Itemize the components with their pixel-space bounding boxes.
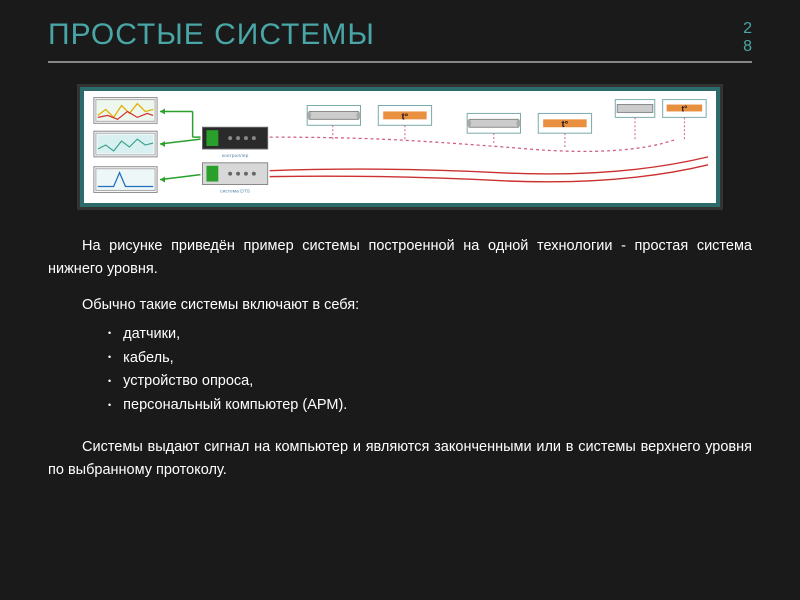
sensor-1 <box>307 106 360 126</box>
outro-paragraph: Системы выдают сигнал на компьютер и явл… <box>48 436 752 481</box>
list-item: датчики, <box>108 323 752 347</box>
cable-line-1 <box>270 137 677 151</box>
cable-line-2b <box>270 165 708 182</box>
body-text: На рисунке приведён пример системы постр… <box>48 235 752 481</box>
list-intro: Обычно такие системы включают в себя: <box>48 294 752 316</box>
polling-device-1: контроллер <box>203 127 268 159</box>
sensor-5 <box>615 100 655 118</box>
list-item: персональный компьютер (АРМ). <box>108 394 752 418</box>
sensor-label: t° <box>402 112 409 122</box>
polling-device-2: система DTS <box>203 163 268 195</box>
sensor-label: t° <box>562 119 569 129</box>
page-number: 28 <box>738 20 752 55</box>
system-diagram: контроллер система DTS <box>80 87 720 207</box>
bullet-list: датчики, кабель, устройство опроса, перс… <box>108 323 752 419</box>
sensor-label: t° <box>682 105 688 114</box>
svg-text:контроллер: контроллер <box>222 154 249 159</box>
sensor-2: t° <box>378 106 431 126</box>
intro-paragraph: На рисунке приведён пример системы постр… <box>48 235 752 280</box>
cable-line-2a <box>270 157 708 174</box>
slide-header: ПРОСТЫЕ СИСТЕМЫ 28 <box>48 18 752 63</box>
diagram-svg: контроллер система DTS <box>84 91 716 203</box>
monitor-1 <box>94 98 157 124</box>
sensor-4: t° <box>538 114 591 134</box>
sensor-3 <box>467 114 520 134</box>
monitor-2 <box>94 131 157 157</box>
slide: ПРОСТЫЕ СИСТЕМЫ 28 <box>0 0 800 600</box>
svg-text:система DTS: система DTS <box>220 189 251 195</box>
slide-title: ПРОСТЫЕ СИСТЕМЫ <box>48 18 375 52</box>
sensor-6: t° <box>663 100 706 118</box>
list-item: устройство опроса, <box>108 370 752 394</box>
monitor-3 <box>94 167 157 193</box>
list-item: кабель, <box>108 347 752 371</box>
